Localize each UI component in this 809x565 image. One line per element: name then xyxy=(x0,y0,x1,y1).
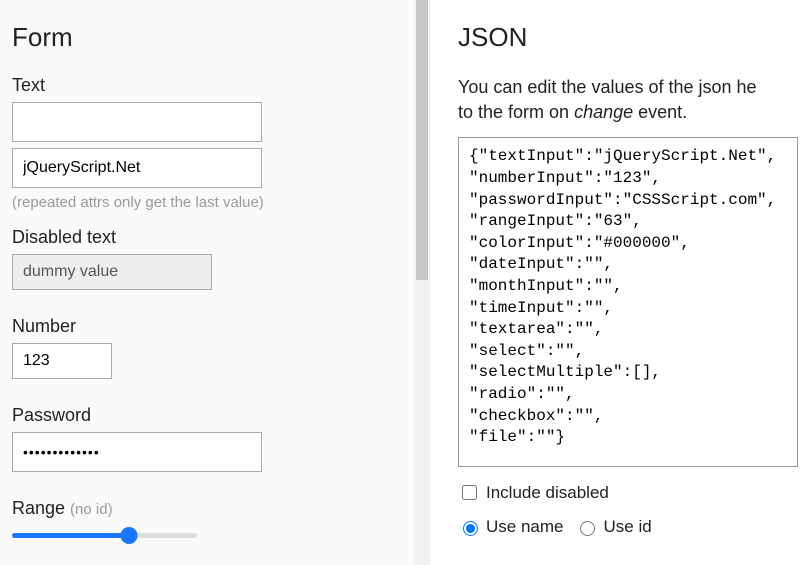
number-input[interactable] xyxy=(12,343,112,379)
json-panel: JSON You can edit the values of the json… xyxy=(430,0,809,565)
use-id-label: Use id xyxy=(603,517,651,537)
use-name-label: Use name xyxy=(486,517,563,537)
json-heading: JSON xyxy=(458,22,809,53)
json-intro-line1: You can edit the values of the json he xyxy=(458,77,757,97)
json-intro-line2a: to the form on xyxy=(458,102,574,122)
range-fill xyxy=(12,533,129,538)
scrollbar-thumb[interactable] xyxy=(416,0,428,280)
json-intro-em: change xyxy=(574,102,633,122)
use-name-radio[interactable] xyxy=(463,521,478,536)
disabled-text-input xyxy=(12,254,212,290)
include-disabled-checkbox[interactable] xyxy=(462,485,477,500)
range-thumb[interactable] xyxy=(120,527,137,544)
password-input[interactable] xyxy=(12,432,262,472)
mode-radio-group: Use name Use id xyxy=(458,517,809,537)
disabled-text-label: Disabled text xyxy=(12,227,418,248)
number-label: Number xyxy=(12,316,418,337)
use-id-radio[interactable] xyxy=(580,521,595,536)
text-label: Text xyxy=(12,75,418,96)
text-hint: (repeated attrs only get the last value) xyxy=(12,194,418,211)
include-disabled-label: Include disabled xyxy=(486,483,609,503)
form-heading: Form xyxy=(12,22,418,53)
range-input[interactable] xyxy=(12,525,197,545)
range-label: Range (no id) xyxy=(12,498,418,519)
json-intro-line2b: event. xyxy=(633,102,687,122)
use-id-row[interactable]: Use id xyxy=(575,517,651,537)
json-textarea[interactable]: {"textInput":"jQueryScript.Net", "number… xyxy=(458,137,798,467)
range-label-text: Range xyxy=(12,498,70,518)
text-input-2[interactable] xyxy=(12,148,262,188)
password-label: Password xyxy=(12,405,418,426)
include-disabled-row[interactable]: Include disabled xyxy=(458,482,809,503)
form-scroll-area: Form Text (repeated attrs only get the l… xyxy=(0,0,430,565)
range-hint: (no id) xyxy=(70,501,113,518)
scrollbar-track[interactable] xyxy=(414,0,430,565)
use-name-row[interactable]: Use name xyxy=(458,517,563,537)
json-intro: You can edit the values of the json he t… xyxy=(458,75,809,125)
text-input-1[interactable] xyxy=(12,102,262,142)
form-panel: Form Text (repeated attrs only get the l… xyxy=(0,0,430,565)
